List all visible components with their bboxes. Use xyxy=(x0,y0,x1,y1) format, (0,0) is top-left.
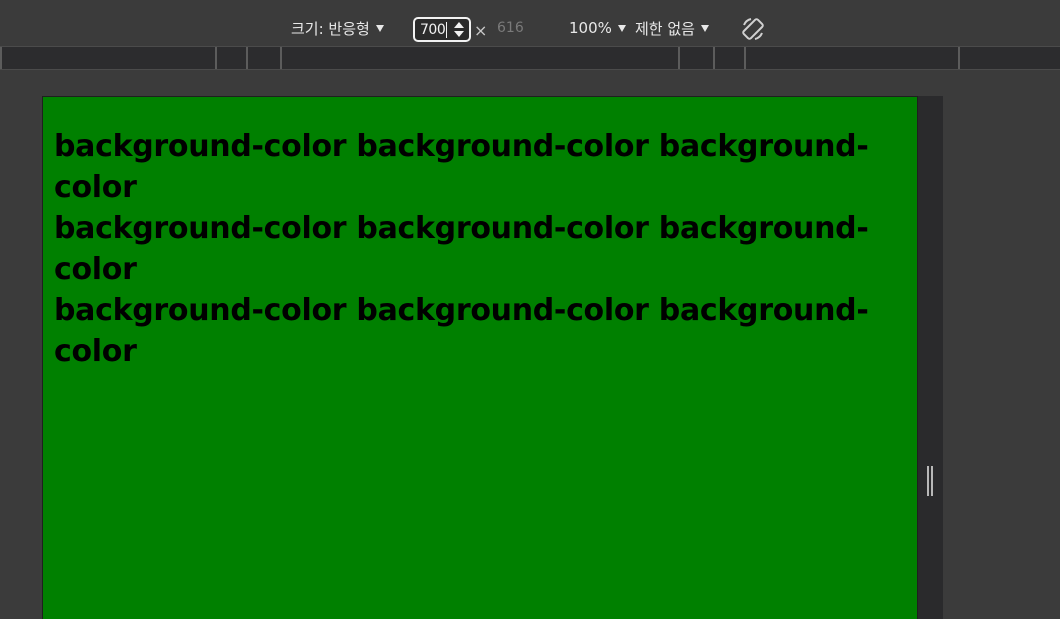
throttle-dropdown[interactable]: 제한 없음 xyxy=(635,17,709,39)
caret-down-icon xyxy=(617,24,626,32)
zoom-dropdown[interactable]: 100% xyxy=(569,17,626,39)
times-icon: × xyxy=(474,21,488,40)
devtools-device-mode: 크기: 반응형 700 × 616 100% 제한 없음 background-… xyxy=(0,0,1060,619)
dimensions-label: 크기: 반응형 xyxy=(291,19,370,38)
ruler-tick xyxy=(744,47,746,69)
ruler-tick xyxy=(280,47,282,69)
zoom-label: 100% xyxy=(569,19,612,37)
throttle-label: 제한 없음 xyxy=(635,19,695,38)
content-line: background-color background-color backgr… xyxy=(54,211,869,287)
dimensions-dropdown[interactable]: 크기: 반응형 xyxy=(291,17,384,39)
grip-line xyxy=(931,466,933,496)
ruler-tick xyxy=(678,47,680,69)
rotate-icon[interactable] xyxy=(740,16,766,42)
text-cursor xyxy=(446,21,448,38)
resize-handle[interactable] xyxy=(918,96,943,619)
ruler-tick xyxy=(215,47,217,69)
width-value: 700 xyxy=(420,21,446,38)
content-line: background-color background-color backgr… xyxy=(54,293,869,369)
device-toolbar: 크기: 반응형 700 × 616 100% 제한 없음 xyxy=(0,0,1060,46)
media-query-ruler[interactable] xyxy=(0,46,1060,70)
content-line: background-color background-color backgr… xyxy=(54,129,869,205)
width-input[interactable]: 700 xyxy=(413,17,471,42)
ruler-tick xyxy=(0,47,2,69)
device-viewport-area: background-color background-color backgr… xyxy=(0,71,1060,619)
page-content: background-color background-color backgr… xyxy=(54,126,894,372)
ruler-tick xyxy=(713,47,715,69)
grip-line xyxy=(927,466,929,496)
caret-down-icon xyxy=(700,24,709,32)
page-viewport[interactable]: background-color background-color backgr… xyxy=(42,96,918,619)
ruler-tick xyxy=(246,47,248,69)
spinner-icon[interactable] xyxy=(454,22,464,37)
ruler-tick xyxy=(958,47,960,69)
height-input[interactable]: 616 xyxy=(497,20,524,36)
caret-down-icon xyxy=(375,24,384,32)
